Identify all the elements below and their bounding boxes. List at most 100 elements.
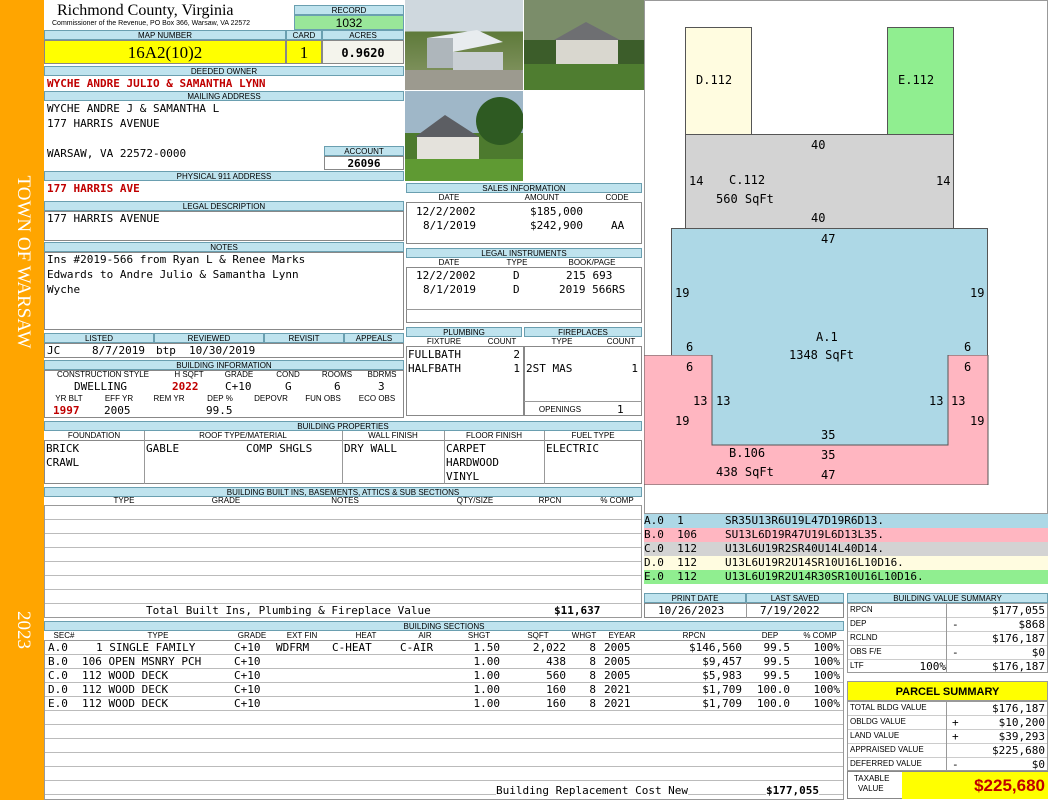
sketch-c-label: C.112: [729, 173, 766, 187]
sec-comp: 100%: [813, 683, 841, 696]
builtins-col-qty: QTY/SIZE: [456, 496, 494, 505]
sketch-b-lstep: 6: [686, 360, 694, 374]
code-sec: E.0: [644, 570, 664, 583]
sec-dep: 100.0: [756, 697, 790, 710]
sec-id: A.0: [48, 641, 68, 654]
fireplace-row-1-count: 1: [631, 362, 638, 375]
revisit-header: REVISIT: [264, 333, 344, 343]
parcel-row: OBLDG VALUE + $10,200: [848, 716, 1047, 730]
sketch-code-c: C.0 112 U13L6U19R2SR40U14L40D14.: [644, 542, 1048, 556]
bvs-sign: -: [952, 618, 959, 631]
sales-header: SALES INFORMATION: [406, 183, 642, 193]
mailing-header: MAILING ADDRESS: [44, 91, 404, 101]
sketch-b-top: 35: [821, 428, 836, 442]
sec-col-heat: HEAT: [355, 631, 377, 640]
sec-rpcn: $9,457: [702, 655, 742, 668]
notes-line-1: Ins #2019-566 from Ryan L & Renee Marks: [47, 253, 306, 266]
tax-year: 2023: [13, 611, 34, 649]
builtins-grid: [44, 505, 642, 618]
instruments-divider: [406, 309, 642, 310]
sec-rpcn: $1,709: [702, 683, 742, 696]
sec-whgt: 8: [589, 655, 596, 668]
prop-wall: DRY WALL: [344, 442, 397, 455]
acres-value: 0.9620: [322, 40, 404, 64]
sketch-c-top: 40: [811, 138, 826, 152]
section-row-d: D.0 112 WOOD DECK C+10 1.00 160 8 2021 $…: [44, 683, 844, 697]
bvs-key: RPCN: [850, 605, 873, 614]
parcel-row: APPRAISED VALUE $225,680: [848, 744, 1047, 758]
notes-line-3: Wyche: [47, 283, 81, 296]
bvs-header: BUILDING VALUE SUMMARY: [847, 593, 1048, 603]
code-path: SU13L6D19R47U19L6D13L35.: [725, 528, 884, 541]
sales-row-1-amount: $185,000: [530, 205, 583, 218]
sec-type: 112 WOOD DECK: [82, 669, 169, 682]
code-n: 1: [677, 514, 684, 527]
sec-col-dep: DEP: [761, 631, 779, 640]
code-path: U13L6U19R2U14R30SR10U16L10D16.: [725, 570, 924, 583]
parcel-value: $176,187: [992, 702, 1045, 715]
bvs-key: OBS F/E: [850, 647, 882, 656]
map-number-header: MAP NUMBER: [44, 30, 286, 40]
sales-row-2-date: 8/1/2019: [423, 219, 476, 232]
mailing-line-3: WARSAW, VA 22572-0000: [47, 147, 187, 160]
sketch-b-l13: 13: [693, 394, 708, 408]
bvs-key: RCLND: [850, 633, 878, 642]
instr-row-2-date: 8/1/2019: [423, 283, 476, 296]
town-sidebar: TOWN OF WARSAW 2023: [0, 0, 44, 800]
section-row-e: E.0 112 WOOD DECK C+10 1.00 160 8 2021 $…: [44, 697, 844, 711]
sketch-e-label: E.112: [898, 73, 935, 87]
sec-grade: C+10: [234, 655, 261, 668]
sec-type: 112 WOOD DECK: [82, 683, 169, 696]
code-sec: C.0: [644, 542, 664, 555]
prop-divider-1: [144, 431, 145, 484]
sec-eyear: 2021: [604, 683, 631, 696]
code-path: U13L6U19R2SR40U14L40D14.: [725, 542, 884, 555]
bvs-row: RCLND $176,187: [848, 632, 1047, 646]
sec-id: C.0: [48, 669, 68, 682]
plumbing-row-2-fixture: HALFBATH: [408, 362, 461, 375]
sec-id: E.0: [48, 697, 68, 710]
code-sec: B.0: [644, 528, 664, 541]
p911-header: PHYSICAL 911 ADDRESS: [44, 171, 404, 181]
parcel-summary-header: PARCEL SUMMARY: [847, 681, 1048, 701]
sec-dep: 100.0: [756, 683, 790, 696]
section-row-a: A.0 1 SINGLE FAMILY C+10 WDFRM C-HEAT C-…: [44, 641, 844, 655]
parcel-sign: -: [952, 758, 959, 771]
builtins-col-notes: NOTES: [331, 496, 359, 505]
plumbing-row-2-count: 1: [513, 362, 520, 375]
sales-col-date: DATE: [438, 193, 460, 202]
carport-image: [405, 30, 523, 90]
taxable-value: $225,680: [902, 772, 1048, 799]
sec-grade: C+10: [234, 641, 261, 654]
fireplaces-col-count: COUNT: [606, 337, 636, 346]
plumbing-row-1-fixture: FULLBATH: [408, 348, 461, 361]
instruments-col-book: BOOK/PAGE: [568, 258, 616, 267]
p911-address: 177 HARRIS AVE: [47, 182, 140, 195]
sketch-a-linner: 13: [716, 394, 731, 408]
prop-col-roof: ROOF TYPE/MATERIAL: [199, 431, 287, 440]
sec-col-eyear: EYEAR: [608, 631, 636, 640]
sec-shgt: 1.00: [473, 669, 501, 682]
sec-col-sec: SEC#: [53, 631, 75, 640]
parcel-value: $225,680: [992, 744, 1045, 757]
builtins-col-type: TYPE: [113, 496, 135, 505]
photo-carport: [405, 0, 523, 90]
sec-whgt: 8: [589, 669, 596, 682]
instruments-header: LEGAL INSTRUMENTS: [406, 248, 642, 258]
sec-type: 106 OPEN MSNRY PCH: [82, 655, 202, 668]
sketch-d-label: D.112: [696, 73, 733, 87]
properties-header: BUILDING PROPERTIES: [44, 421, 642, 431]
parcel-row: DEFERRED VALUE - $0: [848, 758, 1047, 772]
sec-col-comp: % COMP: [803, 631, 837, 640]
reviewed-date: 10/30/2019: [189, 344, 256, 357]
sec-grade: C+10: [234, 669, 261, 682]
sec-col-air: AIR: [418, 631, 432, 640]
parcel-key: LAND VALUE: [850, 731, 900, 740]
fireplaces-divider: [524, 401, 642, 402]
sketch-b-label: B.106: [729, 446, 766, 460]
bvs-row: DEP - $868: [848, 618, 1047, 632]
sec-col-sqft: SQFT: [527, 631, 549, 640]
card-value: 1: [286, 40, 322, 64]
account-header: ACCOUNT: [324, 146, 404, 156]
sales-row-2-amount: $242,900: [530, 219, 583, 232]
